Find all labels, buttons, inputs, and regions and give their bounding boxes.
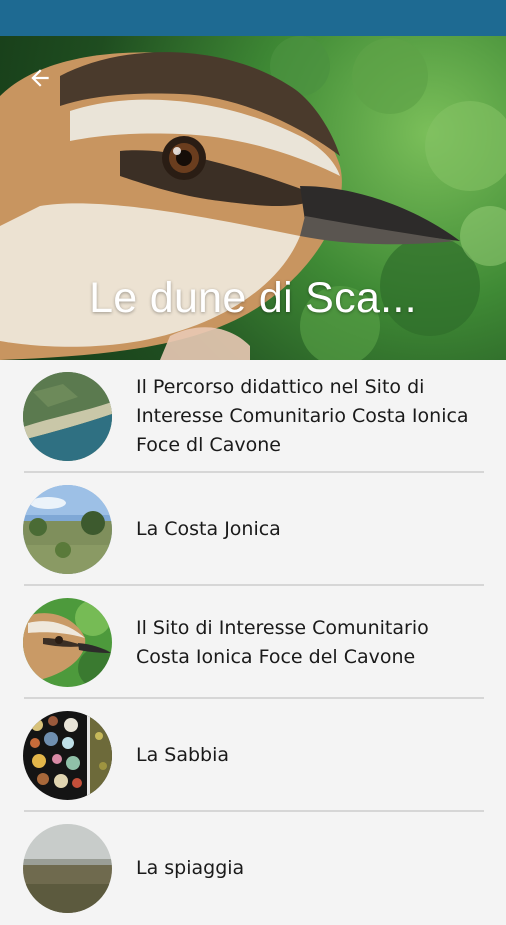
sand-grains-thumbnail <box>23 711 112 800</box>
page-title: Le dune di Sca... <box>89 274 417 322</box>
hero-header: Le dune di Sca... <box>0 36 506 360</box>
list-item-label: La spiaggia <box>136 857 245 879</box>
bird-thumbnail <box>23 598 112 687</box>
list-item-label: Il Sito di Interesse Comunitario Costa I… <box>136 616 429 668</box>
list-item-label: La Costa Jonica <box>136 518 281 540</box>
list-item[interactable]: La Sabbia <box>0 699 506 812</box>
list-item[interactable]: La Costa Jonica <box>0 473 506 586</box>
aerial-coast-thumbnail <box>23 372 112 461</box>
list-item[interactable]: Il Percorso didattico nel Sito di Intere… <box>0 360 506 473</box>
list-item-label: Il Percorso didattico nel Sito di Intere… <box>136 376 469 456</box>
chapter-list: Il Percorso didattico nel Sito di Intere… <box>0 360 506 925</box>
list-item-label: La Sabbia <box>136 744 230 766</box>
coastal-scrub-thumbnail <box>23 485 112 574</box>
list-item[interactable]: Il Sito di Interesse Comunitario Costa I… <box>0 586 506 699</box>
back-button[interactable] <box>22 60 58 96</box>
list-item[interactable]: La spiaggia <box>0 812 506 925</box>
status-bar <box>0 0 506 36</box>
arrow-left-icon <box>31 69 49 87</box>
